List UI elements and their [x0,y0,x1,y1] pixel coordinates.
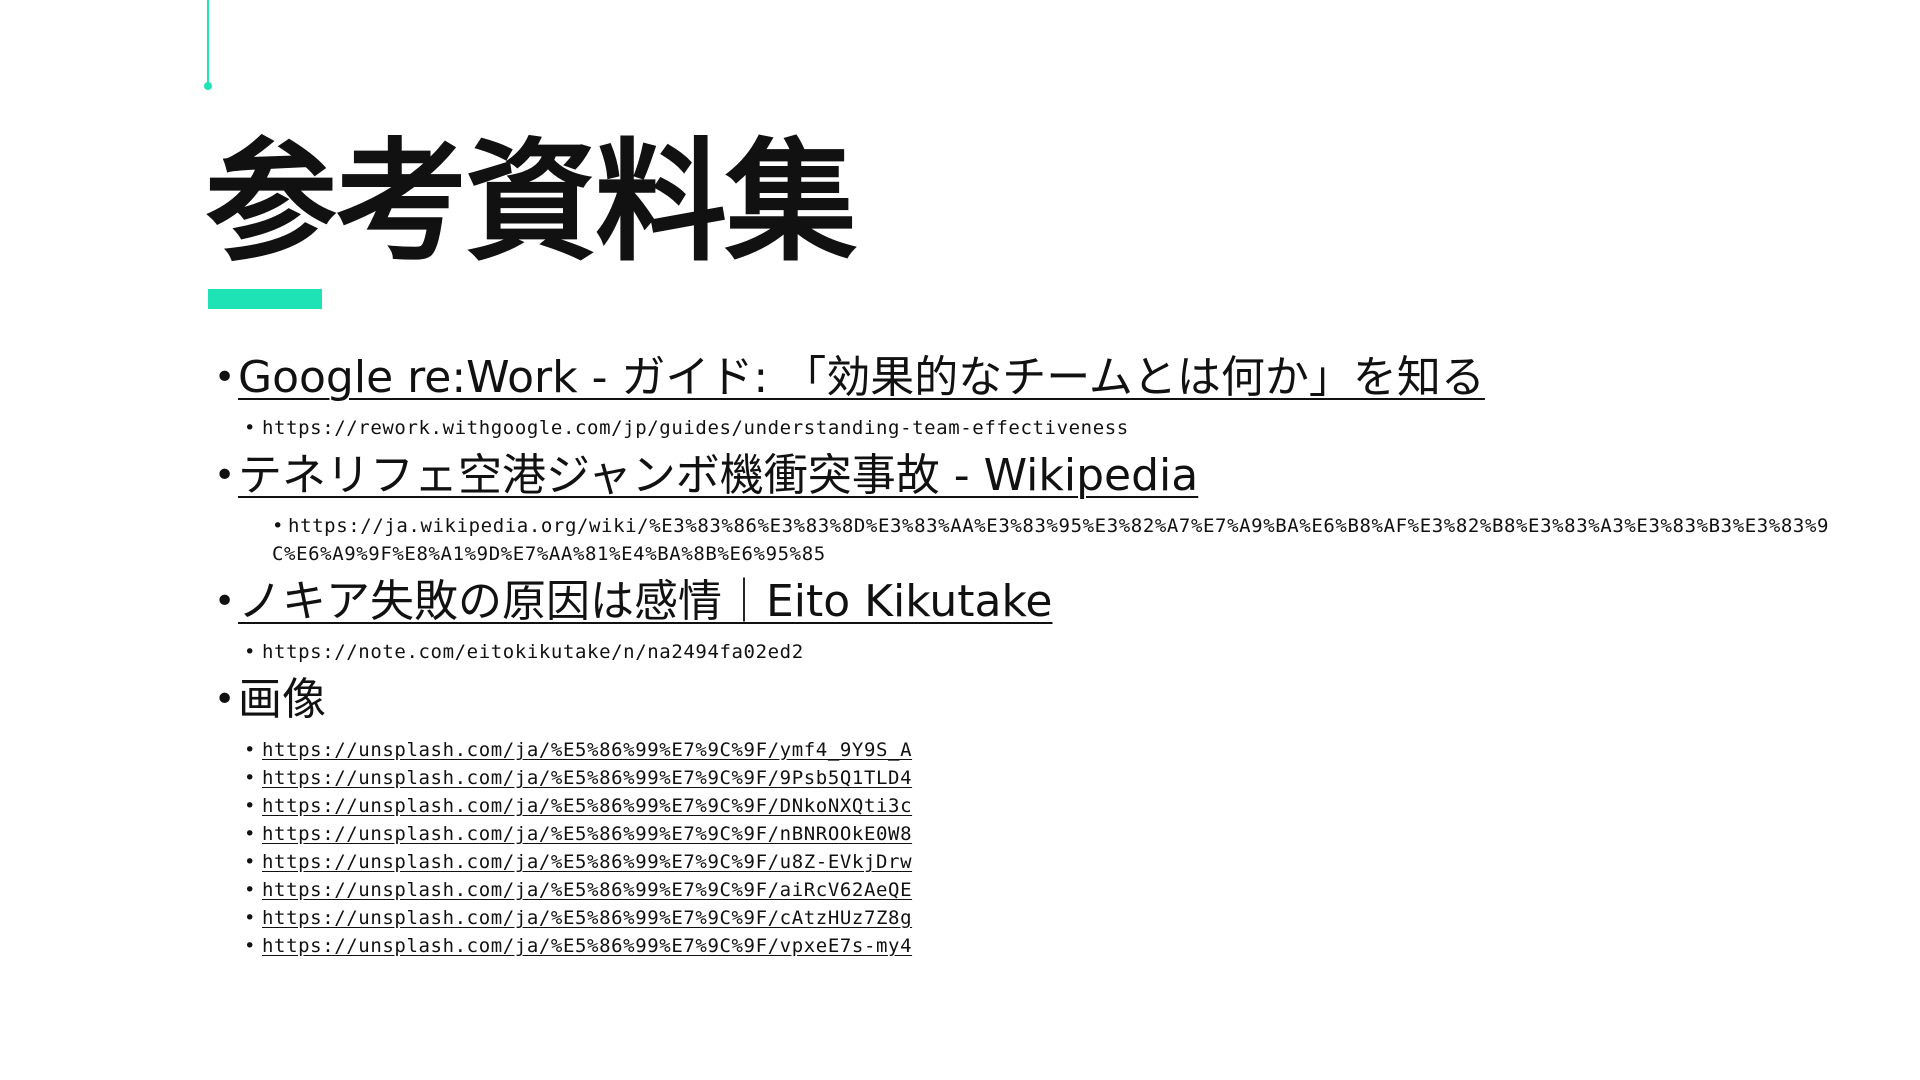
image-url-item[interactable]: • https://unsplash.com/ja/%E5%86%99%E7%9C… [244,820,1850,848]
bullet-icon: • [244,851,257,873]
reference-url-text: https://note.com/eitokikutake/n/na2494fa… [262,641,804,663]
image-url-item[interactable]: • https://unsplash.com/ja/%E5%86%99%E7%9C… [244,848,1850,876]
image-url-item[interactable]: • https://unsplash.com/ja/%E5%86%99%E7%9C… [244,876,1850,904]
image-url-item[interactable]: • https://unsplash.com/ja/%E5%86%99%E7%9C… [244,764,1850,792]
image-url-item[interactable]: • https://unsplash.com/ja/%E5%86%99%E7%9C… [244,736,1850,764]
page-title: 参考資料集 [205,126,857,280]
reference-link-google[interactable]: Google re:Work - ガイド: 「効果的なチームとは何か」を知る [238,350,1485,406]
decorative-vertical-line [207,0,209,86]
reference-url: • https://rework.withgoogle.com/jp/guides… [244,414,1850,442]
bullet-icon: • [244,907,257,929]
image-url-item[interactable]: • https://unsplash.com/ja/%E5%86%99%E7%9C… [244,904,1850,932]
reference-url: • https://note.com/eitokikutake/n/na2494f… [244,638,1850,666]
reference-url-list: • https://ja.wikipedia.org/wiki/%E3%83%86… [238,512,1850,568]
image-url-item[interactable]: • https://unsplash.com/ja/%E5%86%99%E7%9C… [244,792,1850,820]
image-url-link[interactable]: https://unsplash.com/ja/%E5%86%99%E7%9C%… [262,851,912,873]
reference-link-wikipedia[interactable]: テネリフェ空港ジャンボ機衝突事故 - Wikipedia [238,448,1198,504]
bullet-icon: • [244,767,257,789]
image-url-link[interactable]: https://unsplash.com/ja/%E5%86%99%E7%9C%… [262,935,912,957]
reference-list: • Google re:Work - ガイド: 「効果的なチームとは何か」を知る… [210,350,1850,966]
image-url-link[interactable]: https://unsplash.com/ja/%E5%86%99%E7%9C%… [262,767,912,789]
reference-item-wikipedia: • テネリフェ空港ジャンボ機衝突事故 - Wikipedia • https://… [210,448,1850,568]
images-heading: 画像 [238,674,326,725]
image-url-list: • https://unsplash.com/ja/%E5%86%99%E7%9C… [238,736,1850,960]
decorative-dot [204,82,212,90]
bullet-icon: • [244,641,257,663]
bullet-icon: • [244,935,257,957]
bullet-icon: • [272,515,285,537]
image-url-link[interactable]: https://unsplash.com/ja/%E5%86%99%E7%9C%… [262,907,912,929]
image-url-link[interactable]: https://unsplash.com/ja/%E5%86%99%E7%9C%… [262,795,912,817]
bullet-icon: • [244,417,257,439]
bullet-icon: • [244,739,257,761]
reference-item-images: • 画像 • https://unsplash.com/ja/%E5%86%99%… [210,672,1850,960]
reference-url-text: https://rework.withgoogle.com/jp/guides/… [262,417,1129,439]
image-url-item[interactable]: • https://unsplash.com/ja/%E5%86%99%E7%9C… [244,932,1850,960]
title-accent-bar [208,289,322,309]
reference-link-nokia[interactable]: ノキア失敗の原因は感情｜Eito Kikutake [238,574,1052,630]
bullet-icon: • [214,679,236,720]
reference-url-text: https://ja.wikipedia.org/wiki/%E3%83%86%… [272,515,1830,565]
image-url-link[interactable]: https://unsplash.com/ja/%E5%86%99%E7%9C%… [262,879,912,901]
bullet-icon: • [244,879,257,901]
bullet-icon: • [244,795,257,817]
reference-url-list: • https://note.com/eitokikutake/n/na2494f… [238,638,1850,666]
bullet-icon: • [214,581,236,622]
bullet-icon: • [244,823,257,845]
slide: 参考資料集 • Google re:Work - ガイド: 「効果的なチームとは… [0,0,1920,1080]
image-url-link[interactable]: https://unsplash.com/ja/%E5%86%99%E7%9C%… [262,823,912,845]
reference-item-nokia: • ノキア失敗の原因は感情｜Eito Kikutake • https://not… [210,574,1850,666]
reference-item-google: • Google re:Work - ガイド: 「効果的なチームとは何か」を知る… [210,350,1850,442]
reference-url-list: • https://rework.withgoogle.com/jp/guides… [238,414,1850,442]
image-url-link[interactable]: https://unsplash.com/ja/%E5%86%99%E7%9C%… [262,739,912,761]
bullet-icon: • [214,357,236,398]
bullet-icon: • [214,455,236,496]
reference-url: • https://ja.wikipedia.org/wiki/%E3%83%86… [272,512,1852,568]
